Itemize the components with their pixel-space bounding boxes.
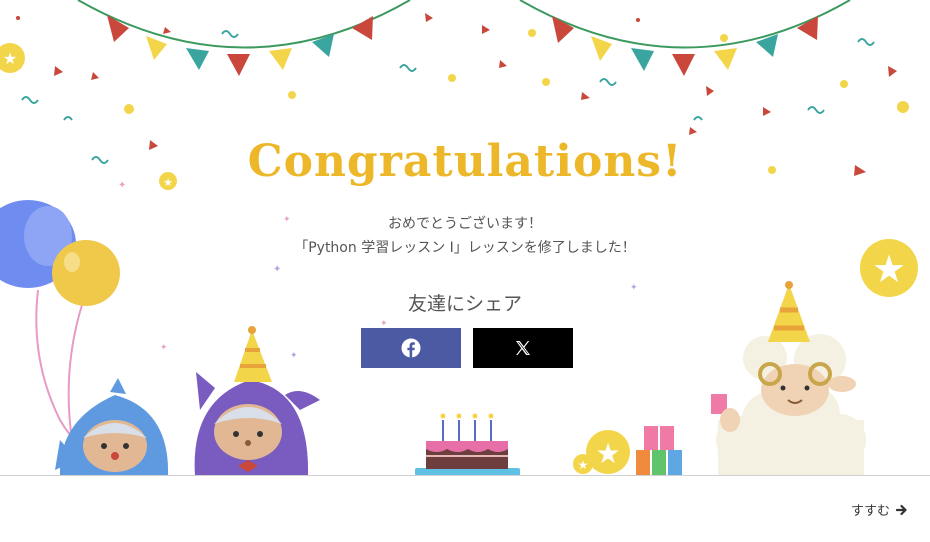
svg-text:★: ★ [3, 49, 17, 68]
share-heading: 友達にシェア [407, 293, 522, 315]
congrats-message: おめでとうございます！ [388, 216, 542, 232]
congratulations-title: Congratulations! [247, 136, 683, 187]
svg-text:★: ★ [578, 458, 589, 472]
svg-text:✦: ✦ [290, 351, 298, 361]
svg-text:✦: ✦ [160, 343, 168, 353]
x-share-button[interactable] [473, 328, 573, 368]
facebook-share-button[interactable] [361, 328, 461, 368]
lesson-completed-message: 「Python 学習レッスン I」レッスンを修了しました！ [294, 240, 636, 256]
x-icon [516, 341, 530, 355]
divider [0, 475, 930, 476]
celebration-scene: ✦ ✦ ✦ ✦ ✦ ✦ ✦ ★ ★ ★ ★ ★ Congratulations!… [0, 0, 930, 476]
next-button[interactable]: すすむ [851, 500, 908, 519]
next-label: すすむ [850, 504, 890, 519]
facebook-icon [401, 338, 421, 358]
svg-text:✦: ✦ [273, 264, 281, 275]
svg-text:★: ★ [595, 437, 620, 470]
arrow-right-icon [896, 504, 907, 515]
